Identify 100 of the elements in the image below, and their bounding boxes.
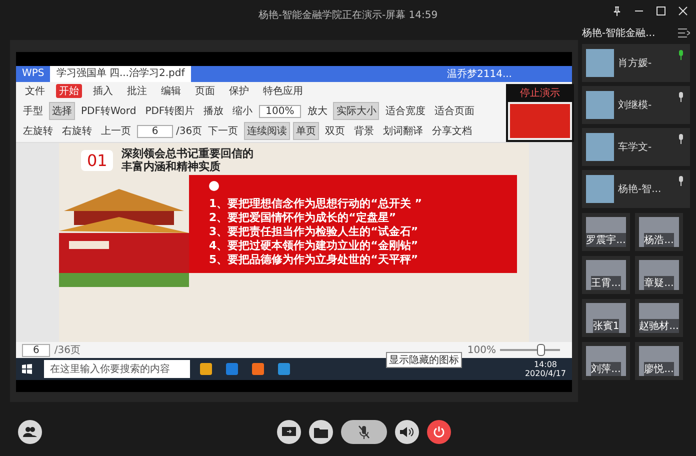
maximize-icon[interactable] bbox=[656, 6, 666, 16]
avatar-placeholder bbox=[586, 49, 614, 77]
avatar-placeholder bbox=[639, 346, 679, 376]
participant-name: 杨浩... bbox=[644, 233, 674, 247]
participant-tile[interactable]: 罗震宇... bbox=[582, 213, 630, 251]
microphone-button[interactable] bbox=[341, 420, 387, 444]
slide-point: 1、要把理想信念作为思想行动的“总开关 ” bbox=[209, 197, 423, 211]
toolbar-button[interactable]: PDF转图片 bbox=[142, 102, 198, 120]
avatar-placeholder bbox=[586, 217, 626, 247]
participant-card[interactable]: 刘继模- bbox=[582, 86, 690, 124]
share-file-button[interactable] bbox=[309, 420, 333, 444]
toolbar-button[interactable]: 下一页 bbox=[205, 122, 242, 140]
toolbar-button[interactable]: 适合宽度 bbox=[382, 102, 428, 120]
toolbar-button[interactable]: 右旋转 bbox=[59, 122, 95, 140]
toolbar-input-field[interactable]: 100% bbox=[258, 104, 302, 118]
participant-card[interactable]: 车学文- bbox=[582, 128, 690, 166]
avatar-placeholder bbox=[586, 346, 626, 376]
taskbar-date: 2020/4/17 bbox=[524, 369, 566, 378]
toolbar-button[interactable]: PDF转Word bbox=[78, 102, 140, 120]
participant-tile[interactable]: 章疑... bbox=[635, 256, 683, 294]
participant-tile[interactable]: 王霄... bbox=[582, 256, 630, 294]
ribbon-tab[interactable]: 文件 bbox=[22, 84, 48, 98]
zoom-slider-thumb[interactable] bbox=[537, 344, 546, 356]
close-icon[interactable] bbox=[678, 6, 688, 16]
ribbon-tab[interactable]: 批注 bbox=[124, 84, 150, 98]
avatar-placeholder bbox=[639, 303, 679, 333]
share-screen-button[interactable] bbox=[277, 420, 301, 444]
zoom-percent: 100% bbox=[467, 344, 496, 356]
leave-meeting-button[interactable] bbox=[427, 420, 451, 444]
toolbar-button[interactable]: 上一页 bbox=[98, 122, 134, 140]
ribbon-tab[interactable]: 开始 bbox=[56, 84, 82, 98]
slide-point: 3、要把责任担当作为检验人生的“试金石” bbox=[209, 225, 420, 239]
speaker-icon bbox=[400, 426, 414, 438]
avatar-placeholder bbox=[639, 260, 679, 290]
microphone-icon bbox=[358, 425, 370, 439]
participants-button[interactable] bbox=[18, 420, 42, 444]
avatar-placeholder bbox=[586, 260, 626, 290]
participant-name: 章疑... bbox=[644, 276, 674, 290]
avatar-placeholder bbox=[586, 175, 614, 203]
folder-icon bbox=[314, 426, 328, 438]
toolbar-button[interactable]: 左旋转 bbox=[20, 122, 56, 140]
toolbar-button[interactable]: 分享文档 bbox=[429, 122, 476, 140]
participant-name: 张賓1 bbox=[592, 319, 620, 333]
list-icon[interactable] bbox=[678, 28, 690, 38]
participant-card[interactable]: 肖方媛- bbox=[582, 44, 690, 82]
participant-name: 廖悦... bbox=[644, 362, 674, 376]
page-count: /36页 bbox=[54, 344, 80, 357]
toolbar-button[interactable]: 放大 bbox=[304, 102, 330, 120]
document-tab[interactable]: 学习强国单 四...治学习2.pdf bbox=[50, 66, 191, 82]
taskbar-time: 14:08 bbox=[534, 360, 558, 369]
preview-thumbnail bbox=[508, 102, 572, 140]
section-number: 01 bbox=[81, 150, 114, 170]
page-count: /36页 bbox=[176, 125, 202, 138]
avatar-placeholder bbox=[586, 133, 614, 161]
ribbon-tab[interactable]: 特色应用 bbox=[260, 84, 306, 98]
participant-name: 刘萍... bbox=[591, 362, 621, 376]
presenter-name: 杨艳-智能金融... bbox=[582, 26, 656, 40]
slide-point: 4、要把过硬本领作为建功立业的“金刚钻” bbox=[209, 239, 420, 253]
toolbar-button[interactable]: 播放 bbox=[200, 102, 227, 120]
tooltip: 显示隐藏的图标 bbox=[386, 352, 462, 368]
document-tab[interactable]: WPS bbox=[16, 66, 50, 82]
participant-tile[interactable]: 廖悦... bbox=[635, 342, 683, 380]
toolbar-button[interactable]: 连续阅读 bbox=[244, 122, 290, 140]
participant-name: 王霄... bbox=[591, 276, 621, 290]
avatar-placeholder bbox=[639, 217, 679, 247]
ribbon-tab[interactable]: 插入 bbox=[90, 84, 116, 98]
toolbar-input-field[interactable]: 6 bbox=[137, 124, 173, 138]
speaker-button[interactable] bbox=[395, 420, 419, 444]
toolbar-button[interactable]: 单页 bbox=[293, 122, 320, 140]
window-title: 杨艳-智能金融学院正在演示-屏幕 14:59 bbox=[258, 8, 438, 22]
participant-tile[interactable]: 张賓1 bbox=[582, 299, 630, 337]
slide-point: 5、要把品德修为作为立身处世的“天平秤” bbox=[209, 253, 420, 267]
windows-logo-icon[interactable] bbox=[22, 364, 32, 374]
screen-share-icon bbox=[282, 426, 296, 438]
toolbar-button[interactable]: 背景 bbox=[351, 122, 378, 140]
participant-card[interactable]: 杨艳-智... bbox=[582, 170, 690, 208]
toolbar-button[interactable]: 实际大小 bbox=[333, 102, 380, 120]
slide-title: 深刻领会总书记重要回信的 bbox=[121, 147, 254, 160]
people-icon bbox=[23, 426, 37, 438]
toolbar-button[interactable]: 适合页面 bbox=[431, 102, 478, 120]
account-name[interactable]: 温乔梦2114... bbox=[447, 67, 512, 81]
toolbar-button[interactable]: 手型 bbox=[20, 102, 46, 120]
participant-name: 赵驰材... bbox=[639, 319, 679, 333]
page-input-field[interactable]: 6 bbox=[22, 344, 50, 356]
participant-name: 杨艳-智... bbox=[618, 182, 662, 196]
toolbar-button[interactable]: 选择 bbox=[49, 102, 75, 120]
ribbon-tab[interactable]: 页面 bbox=[192, 84, 218, 98]
toolbar-button[interactable]: 双页 bbox=[322, 122, 348, 140]
toolbar-button[interactable]: 缩小 bbox=[230, 102, 256, 120]
ribbon-tab[interactable]: 编辑 bbox=[158, 84, 184, 98]
pin-icon[interactable] bbox=[612, 6, 622, 16]
taskbar-search-field[interactable]: 在这里输入你要搜索的内容 bbox=[44, 360, 190, 378]
participant-tile[interactable]: 杨浩... bbox=[635, 213, 683, 251]
avatar-placeholder bbox=[586, 303, 626, 333]
participant-tile[interactable]: 刘萍... bbox=[582, 342, 630, 380]
toolbar-button[interactable]: 划词翻译 bbox=[380, 122, 426, 140]
slide-title: 丰富内涵和精神实质 bbox=[121, 160, 222, 173]
participant-tile[interactable]: 赵驰材... bbox=[635, 299, 683, 337]
power-icon bbox=[433, 426, 445, 438]
ribbon-tab[interactable]: 保护 bbox=[226, 84, 252, 98]
